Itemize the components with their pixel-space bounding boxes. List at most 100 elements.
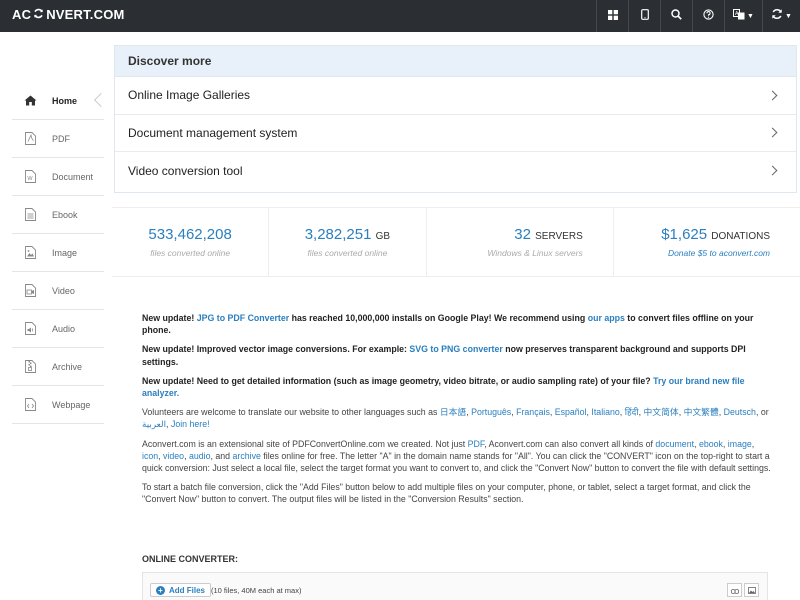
active-indicator — [93, 92, 109, 108]
ebook-link[interactable]: ebook — [699, 439, 723, 449]
video-file-icon — [22, 283, 38, 299]
stat-value: 3,282,251 — [304, 226, 372, 243]
update-notice-svg: New update! Improved vector image conver… — [142, 343, 774, 367]
stat-caption: files converted online — [150, 248, 231, 258]
convert-cycle-icon — [33, 7, 44, 22]
stat-unit: SERVERS — [535, 231, 583, 242]
lang-link-french[interactable]: Français — [516, 407, 550, 417]
stat-value: 32 — [514, 226, 531, 243]
sidebar-item-archive[interactable]: Archive — [12, 348, 104, 386]
discover-link-label: Online Image Galleries — [128, 88, 251, 103]
search-button[interactable] — [660, 0, 692, 32]
update-text: has reached 10,000,000 installs on Googl… — [289, 313, 588, 323]
update-notice-analyzer: New update! Need to get detailed informa… — [142, 375, 774, 399]
about-text: Aconvert.com is an extensional site of P… — [142, 438, 468, 449]
about-paragraph: Aconvert.com is an extensional site of P… — [142, 438, 771, 474]
image-view-button[interactable] — [744, 583, 759, 597]
convert-dropdown[interactable]: ▼ — [762, 0, 800, 32]
stats-bar: 533,462,208 files converted online 3,282… — [112, 207, 800, 277]
discover-title: Discover more — [115, 46, 796, 77]
image-link[interactable]: image — [728, 439, 752, 449]
sidebar-item-image[interactable]: Image — [12, 234, 104, 272]
stat-files-converted: 533,462,208 files converted online — [112, 208, 270, 276]
lang-link-japanese[interactable]: 日本語 — [440, 407, 466, 417]
site-logo[interactable]: AC NVERT.COM — [12, 7, 125, 22]
sidebar-item-pdf[interactable]: PDF — [12, 120, 104, 158]
icon-link[interactable]: icon — [142, 451, 158, 461]
volunteers-text: , or — [755, 407, 769, 418]
stat-caption: Windows & Linux servers — [487, 248, 583, 258]
add-files-button[interactable]: + Add Files — [150, 583, 212, 597]
lang-link-chinese-simplified[interactable]: 中文简体 — [643, 407, 678, 417]
logo-text-left: AC — [12, 7, 32, 22]
sidebar-item-home[interactable]: Home — [12, 82, 109, 120]
grid-menu-button[interactable] — [596, 0, 628, 32]
lang-link-arabic[interactable]: العربية — [142, 419, 166, 429]
add-files-label: Add Files — [169, 585, 206, 595]
mobile-button[interactable] — [628, 0, 660, 32]
audio-file-icon — [22, 321, 38, 337]
lang-link-chinese-traditional[interactable]: 中文繁體 — [684, 407, 719, 417]
lang-link-portuguese[interactable]: Português — [471, 407, 511, 417]
archive-link[interactable]: archive — [233, 451, 261, 461]
sidebar-item-label: PDF — [52, 133, 70, 144]
sidebar-item-audio[interactable]: Audio — [12, 310, 104, 348]
plus-icon: + — [156, 585, 165, 595]
audio-link[interactable]: audio — [189, 451, 211, 461]
lang-link-spanish[interactable]: Español — [555, 407, 587, 417]
sidebar-item-video[interactable]: Video — [12, 272, 104, 310]
sidebar-item-webpage[interactable]: Webpage — [12, 386, 104, 424]
main-content: New update! JPG to PDF Converter has rea… — [142, 312, 774, 513]
sidebar-item-label: Ebook — [52, 209, 78, 220]
lang-link-german[interactable]: Deutsch — [724, 407, 756, 417]
help-button[interactable] — [692, 0, 724, 32]
image-file-icon — [22, 245, 38, 261]
pdf-link[interactable]: PDF — [468, 439, 485, 449]
stat-value: $1,625 — [661, 226, 708, 243]
refresh-icon — [771, 7, 783, 25]
discover-link-video-conversion[interactable]: Video conversion tool — [115, 152, 796, 190]
home-icon — [22, 93, 38, 109]
discover-link-label: Video conversion tool — [128, 163, 243, 178]
sidebar-item-document[interactable]: W Document — [12, 158, 104, 196]
chevron-right-icon — [767, 165, 778, 176]
stat-donations: $1,625 DONATIONS Donate $5 to aconvert.c… — [614, 208, 800, 276]
sidebar-item-label: Image — [52, 247, 78, 258]
sidebar-item-label: Audio — [52, 323, 76, 334]
stat-unit: DONATIONS — [711, 231, 770, 242]
tablet-icon — [640, 7, 649, 25]
document-link[interactable]: document — [655, 439, 694, 449]
sidebar-item-label: Archive — [52, 361, 83, 372]
chevron-down-icon: ▼ — [785, 12, 792, 20]
pdf-file-icon — [22, 131, 38, 147]
our-apps-link[interactable]: our apps — [588, 313, 625, 323]
discover-panel: Discover more Online Image Galleries Doc… — [114, 45, 797, 193]
update-text: New update! Need to get detailed informa… — [142, 375, 654, 386]
ebook-file-icon — [22, 207, 38, 223]
chevron-down-icon: ▼ — [747, 12, 754, 20]
lang-link-hindi[interactable]: हिंदी — [625, 407, 639, 417]
discover-link-image-galleries[interactable]: Online Image Galleries — [115, 77, 796, 115]
join-here-link[interactable]: Join here! — [171, 419, 210, 429]
image-icon — [747, 581, 756, 599]
svg-to-png-link[interactable]: SVG to PNG converter — [409, 344, 502, 354]
about-text: , Aconvert.com can also convert all kind… — [484, 438, 656, 449]
video-link[interactable]: video — [163, 451, 184, 461]
language-dropdown[interactable]: A ▼ — [724, 0, 762, 32]
jpg-to-pdf-link[interactable]: JPG to PDF Converter — [197, 313, 289, 323]
stat-gb-converted: 3,282,251 GB files converted online — [269, 208, 427, 276]
stat-unit: GB — [375, 231, 391, 242]
language-icon: A — [733, 7, 745, 25]
donate-link[interactable]: Donate $5 to aconvert.com — [668, 248, 770, 258]
document-file-icon: W — [22, 169, 38, 185]
archive-file-icon — [22, 359, 38, 375]
lang-link-italian[interactable]: Italiano — [591, 407, 619, 417]
list-view-button[interactable] — [727, 583, 742, 597]
discover-link-document-management[interactable]: Document management system — [115, 115, 796, 152]
stat-value: 533,462,208 — [148, 226, 232, 243]
update-text: New update! Improved vector image conver… — [142, 344, 410, 355]
sidebar-item-label: Home — [52, 95, 78, 106]
sidebar-item-ebook[interactable]: Ebook — [12, 196, 104, 234]
search-icon — [671, 7, 682, 25]
sidebar-item-label: Document — [52, 171, 94, 182]
